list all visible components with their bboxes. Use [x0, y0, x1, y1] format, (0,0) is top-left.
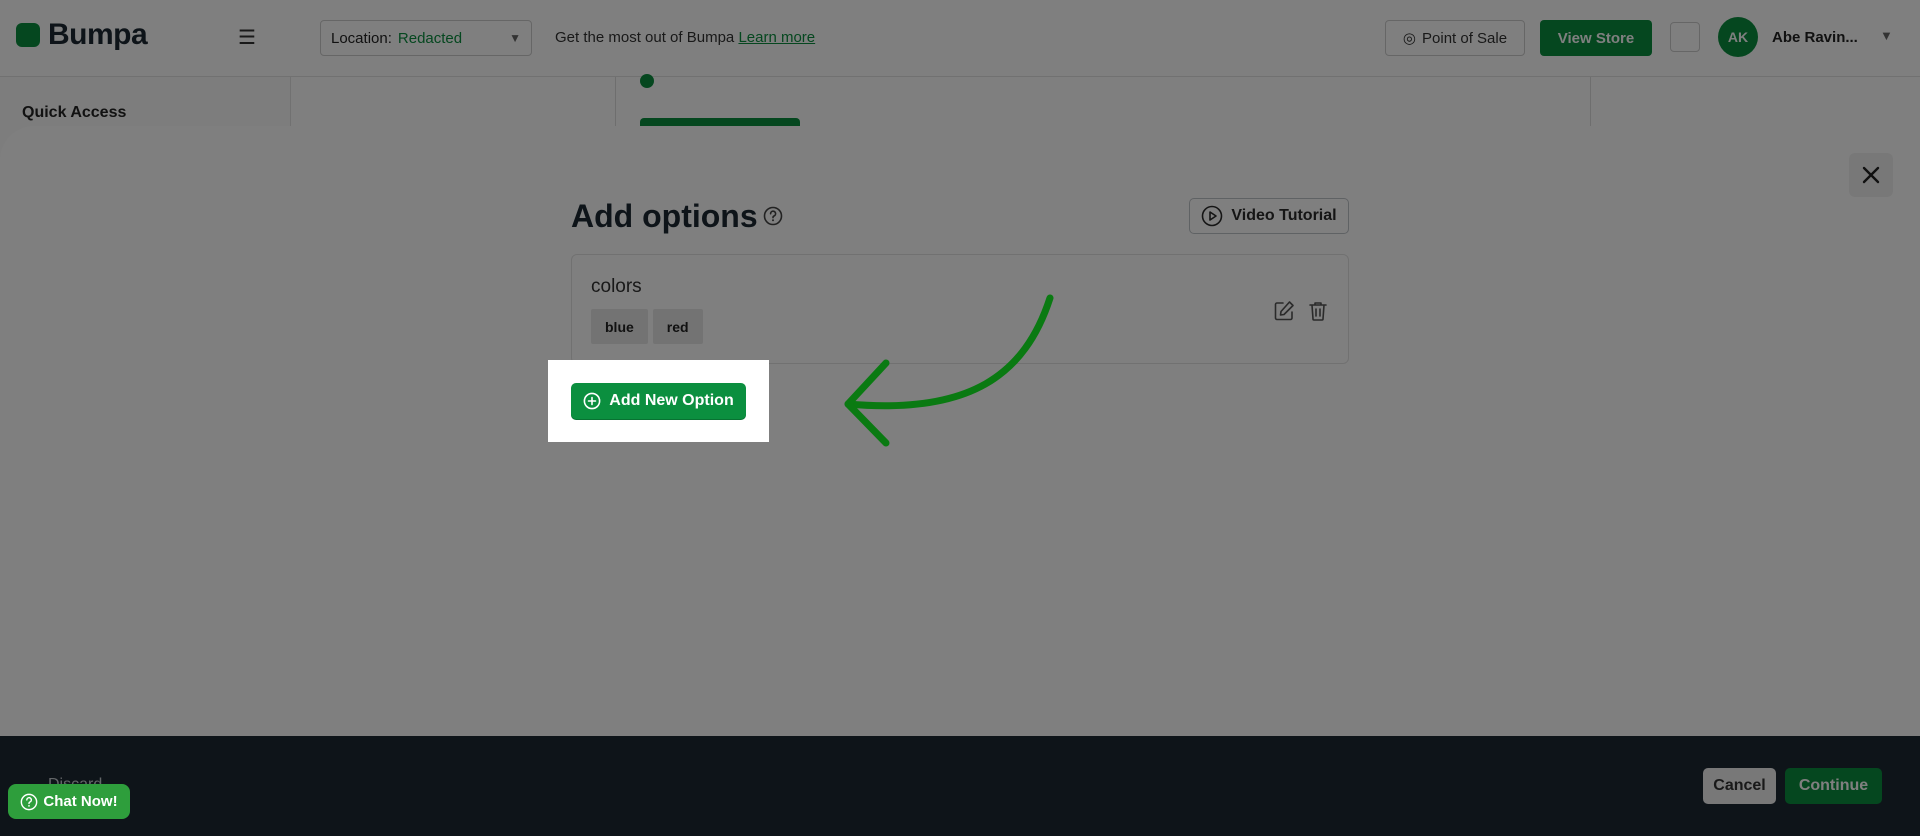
dim-overlay	[0, 442, 1920, 836]
help-circle-icon	[21, 793, 38, 810]
chat-now-button[interactable]: Chat Now!	[8, 784, 130, 819]
pointer-arrow	[844, 294, 1054, 447]
dim-overlay	[0, 360, 548, 442]
add-new-option-button[interactable]: Add New Option	[571, 383, 746, 419]
add-new-option-label: Add New Option	[609, 392, 734, 409]
plus-circle-icon	[583, 392, 601, 410]
chat-now-label: Chat Now!	[43, 793, 118, 810]
